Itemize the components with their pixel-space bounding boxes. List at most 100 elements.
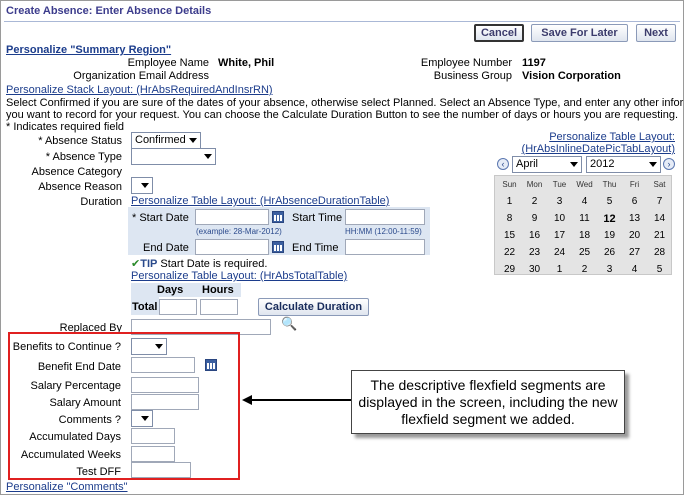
absence-type-select[interactable] bbox=[131, 148, 216, 165]
benefit-end-date-input[interactable] bbox=[131, 357, 195, 373]
calendar-day[interactable]: 11 bbox=[572, 213, 597, 224]
personalize-comments-link[interactable]: Personalize "Comments" bbox=[6, 481, 128, 493]
calendar-day[interactable]: 16 bbox=[522, 230, 547, 241]
end-time-input[interactable] bbox=[345, 239, 425, 255]
calendar-day[interactable]: 22 bbox=[497, 247, 522, 258]
end-date-input[interactable] bbox=[195, 239, 269, 255]
calendar-day[interactable]: 18 bbox=[572, 230, 597, 241]
calendar-day[interactable]: 21 bbox=[647, 230, 672, 241]
calendar-day[interactable]: 30 bbox=[522, 264, 547, 275]
absence-reason-select[interactable] bbox=[131, 177, 153, 194]
calendar-day[interactable]: 5 bbox=[647, 264, 672, 275]
test-dff-input[interactable] bbox=[131, 462, 191, 478]
start-date-input[interactable] bbox=[195, 209, 269, 225]
personalize-datepicker-table-link-2[interactable]: (HrAbsInlineDatePicTabLayout) bbox=[522, 143, 675, 155]
checkmark-icon: ✔ bbox=[131, 258, 141, 270]
calculate-duration-button[interactable]: Calculate Duration bbox=[258, 298, 369, 316]
calendar-day[interactable]: 5 bbox=[597, 196, 622, 207]
calendar-day[interactable]: 13 bbox=[622, 213, 647, 224]
accumulated-weeks-input[interactable] bbox=[131, 446, 175, 462]
callout-note: The descriptive flexfield segments are d… bbox=[351, 370, 625, 434]
calendar-day[interactable]: 3 bbox=[547, 196, 572, 207]
calendar-day[interactable]: 29 bbox=[497, 264, 522, 275]
time-example-hint: HH:MM (12:00-11:59) bbox=[345, 227, 422, 236]
chevron-down-icon bbox=[141, 183, 149, 188]
page-title: Create Absence: Enter Absence Details bbox=[6, 5, 212, 17]
calendar-day[interactable]: 23 bbox=[522, 247, 547, 258]
total-days-input[interactable] bbox=[159, 299, 197, 315]
title-divider bbox=[4, 21, 680, 22]
end-date-label: End Date bbox=[143, 242, 189, 254]
total-hours-input[interactable] bbox=[200, 299, 238, 315]
personalize-duration-table-link[interactable]: Personalize Table Layout: (HrAbsenceDura… bbox=[131, 195, 389, 207]
calendar-day[interactable]: 8 bbox=[497, 213, 522, 224]
calendar-day[interactable]: 10 bbox=[547, 213, 572, 224]
absence-type-label: * Absence Type bbox=[45, 151, 122, 163]
test-dff-label: Test DFF bbox=[76, 466, 121, 478]
business-group-label: Business Group bbox=[433, 70, 512, 82]
calendar-day[interactable]: 24 bbox=[547, 247, 572, 258]
calendar-day-header: Sat bbox=[653, 180, 666, 189]
salary-amount-input[interactable] bbox=[131, 394, 199, 410]
days-column-header: Days bbox=[157, 284, 184, 296]
comments-label: Comments ? bbox=[58, 414, 121, 426]
benefit-end-date-label: Benefit End Date bbox=[37, 361, 121, 373]
calendar-day[interactable]: 4 bbox=[572, 196, 597, 207]
accumulated-days-input[interactable] bbox=[131, 428, 175, 444]
calendar-day[interactable]: 27 bbox=[622, 247, 647, 258]
comments-select[interactable] bbox=[131, 410, 153, 427]
calendar-day[interactable]: 28 bbox=[647, 247, 672, 258]
calendar-day[interactable]: 25 bbox=[572, 247, 597, 258]
calendar-icon[interactable] bbox=[205, 359, 217, 371]
search-icon[interactable]: 🔍 bbox=[281, 316, 297, 332]
cancel-button[interactable]: Cancel bbox=[474, 24, 524, 42]
required-field-note: * Indicates required field bbox=[6, 121, 125, 133]
year-select[interactable]: 2012 bbox=[586, 156, 661, 173]
calendar-day[interactable]: 26 bbox=[597, 247, 622, 258]
hours-column-header: Hours bbox=[202, 284, 234, 296]
calendar-day[interactable]: 2 bbox=[572, 264, 597, 275]
calendar-day[interactable]: 17 bbox=[547, 230, 572, 241]
calendar-icon[interactable] bbox=[272, 211, 284, 223]
end-time-label: End Time bbox=[292, 242, 339, 254]
calendar-day[interactable]: 2 bbox=[522, 196, 547, 207]
employee-name-value: White, Phil bbox=[218, 57, 275, 69]
calendar-day[interactable]: 15 bbox=[497, 230, 522, 241]
chevron-down-icon bbox=[155, 344, 163, 349]
calendar-day[interactable]: 9 bbox=[522, 213, 547, 224]
personalize-total-table-link[interactable]: Personalize Table Layout: (HrAbsTotalTab… bbox=[131, 270, 347, 282]
calendar-day[interactable]: 3 bbox=[597, 264, 622, 275]
absence-status-select[interactable]: Confirmed bbox=[131, 132, 201, 149]
calendar-grid: Sun Mon Tue Wed Thu Fri Sat 1 2 3 4 5 6 7 8 9 10 11 12 13 14… bbox=[494, 175, 672, 275]
benefits-to-continue-select[interactable] bbox=[131, 338, 167, 355]
accumulated-weeks-label: Accumulated Weeks bbox=[20, 449, 121, 461]
calendar-day[interactable]: 6 bbox=[622, 196, 647, 207]
absence-category-label: Absence Category bbox=[31, 166, 123, 178]
chevron-down-icon bbox=[649, 162, 657, 167]
calendar-day[interactable]: 4 bbox=[622, 264, 647, 275]
calendar-day[interactable]: 1 bbox=[547, 264, 572, 275]
next-month-icon[interactable]: › bbox=[663, 158, 675, 170]
tip-message: ✔TIP Start Date is required. bbox=[131, 258, 268, 270]
personalize-datepicker-table-link[interactable]: Personalize Table Layout: bbox=[549, 131, 675, 143]
calendar-day[interactable]: 14 bbox=[647, 213, 672, 224]
previous-month-icon[interactable]: ‹ bbox=[497, 158, 509, 170]
calendar-day[interactable]: 7 bbox=[647, 196, 672, 207]
personalize-summary-region-link[interactable]: Personalize "Summary Region" bbox=[6, 44, 171, 56]
instructions-line-1: Select Confirmed if you are sure of the … bbox=[6, 97, 684, 109]
chevron-down-icon bbox=[141, 416, 149, 421]
chevron-down-icon bbox=[570, 162, 578, 167]
calendar-icon[interactable] bbox=[272, 241, 284, 253]
chevron-down-icon bbox=[189, 138, 197, 143]
save-for-later-button[interactable]: Save For Later bbox=[531, 24, 628, 42]
calendar-day[interactable]: 19 bbox=[597, 230, 622, 241]
personalize-stack-layout-link[interactable]: Personalize Stack Layout: (HrAbsRequired… bbox=[6, 84, 273, 96]
salary-percentage-input[interactable] bbox=[131, 377, 199, 393]
next-button[interactable]: Next bbox=[636, 24, 676, 42]
absence-reason-label: Absence Reason bbox=[38, 181, 122, 193]
calendar-day[interactable]: 12 bbox=[597, 213, 622, 225]
month-select[interactable]: April bbox=[512, 156, 582, 173]
calendar-day[interactable]: 1 bbox=[497, 196, 522, 207]
calendar-day[interactable]: 20 bbox=[622, 230, 647, 241]
start-time-input[interactable] bbox=[345, 209, 425, 225]
